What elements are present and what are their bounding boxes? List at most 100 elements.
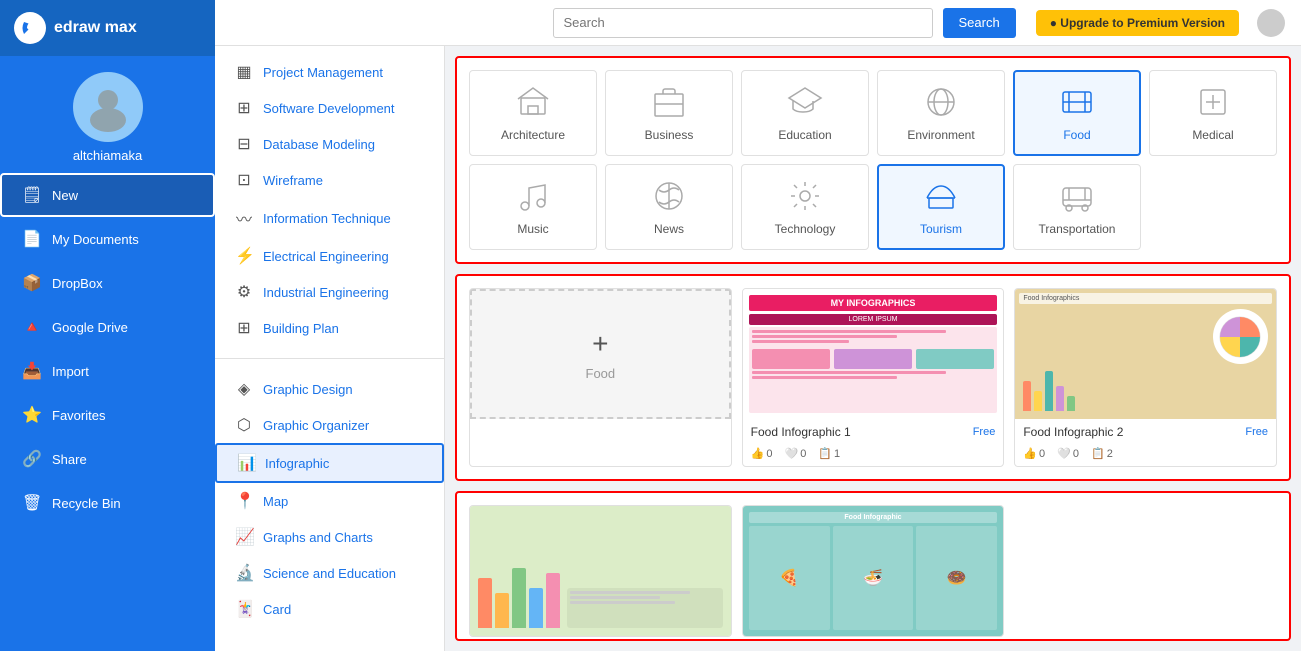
sidebar-item-dropbox[interactable]: 📦 DropBox (0, 261, 215, 305)
submenu-item-infographic[interactable]: 📊 Infographic (215, 443, 444, 483)
category-education[interactable]: Education (741, 70, 869, 156)
mock-line (752, 330, 946, 333)
project-mgmt-icon: ▦ (235, 62, 253, 82)
main-area: Search ● Upgrade to Premium Version ▦ Pr… (215, 0, 1301, 651)
sidebar-item-google-drive-label: Google Drive (52, 320, 128, 335)
upgrade-button[interactable]: ● Upgrade to Premium Version (1036, 10, 1239, 36)
google-drive-icon: 🔺 (22, 317, 42, 337)
city-b3 (512, 568, 526, 628)
templates-section: + Food MY INFOGRAPHICS LOREM IPSUM (455, 274, 1291, 481)
sidebar-item-my-documents[interactable]: 📄 My Documents (0, 217, 215, 261)
category-medical[interactable]: Medical (1149, 70, 1277, 156)
template-teal-preview: Food Infographic 🍕 🍜 🍩 (743, 506, 1004, 636)
submenu-section-bottom: ◈ Graphic Design ⬡ Graphic Organizer 📊 I… (215, 363, 444, 635)
sidebar-item-google-drive[interactable]: 🔺 Google Drive (0, 305, 215, 349)
sidebar-item-share[interactable]: 🔗 Share (0, 437, 215, 481)
submenu-item-graphic-organizer[interactable]: ⬡ Graphic Organizer (215, 407, 444, 443)
sidebar-item-recycle-bin[interactable]: 🗑 Recycle Bin (0, 481, 215, 525)
submenu-divider (215, 358, 444, 359)
sidebar-item-dropbox-label: DropBox (52, 276, 103, 291)
submenu-item-graphs-and-charts[interactable]: 📈 Graphs and Charts (215, 519, 444, 555)
documents-icon: 📄 (22, 229, 42, 249)
template-food-1[interactable]: MY INFOGRAPHICS LOREM IPSUM (742, 288, 1005, 467)
share-icon: 🔗 (22, 449, 42, 469)
submenu-item-wireframe[interactable]: ⊡ Wireframe (215, 162, 444, 198)
template-blank-preview: + Food (470, 289, 731, 419)
submenu-item-database-modeling[interactable]: ⊟ Database Modeling (215, 126, 444, 162)
category-business[interactable]: Business (605, 70, 733, 156)
template-food-2-preview: Food Infographics (1015, 289, 1276, 419)
template-food-1-name: Food Infographic 1 (751, 425, 851, 439)
search-input[interactable] (553, 8, 933, 38)
category-transportation-label: Transportation (1039, 222, 1116, 236)
sidebar-item-new-label: New (52, 188, 78, 203)
template-food-2[interactable]: Food Infographics (1014, 288, 1277, 467)
graphic-design-icon: ◈ (235, 379, 253, 399)
stat-copies-2: 📋 2 (1091, 447, 1113, 460)
sidebar-item-new[interactable]: 🗒 New (0, 173, 215, 217)
food-pie-chart (1213, 309, 1268, 364)
mock-boxes (752, 349, 995, 369)
templates-section-2: Food Infographic 🍕 🍜 🍩 (455, 491, 1291, 641)
template-teal[interactable]: Food Infographic 🍕 🍜 🍩 (742, 505, 1005, 637)
submenu-item-software-development[interactable]: ⊞ Software Development (215, 90, 444, 126)
template-city[interactable] (469, 505, 732, 637)
submenu-item-building-plan[interactable]: ⊞ Building Plan (215, 310, 444, 346)
category-news-label: News (654, 222, 684, 236)
teal-title: Food Infographic (749, 512, 998, 523)
template-blank-label: Food (586, 366, 616, 381)
sidebar-item-favorites[interactable]: ⭐ Favorites (0, 393, 215, 437)
submenu-item-graphic-design[interactable]: ◈ Graphic Design (215, 371, 444, 407)
category-news[interactable]: News (605, 164, 733, 250)
stat-hearts-2: 🤍 0 (1057, 447, 1079, 460)
category-transportation[interactable]: Transportation (1013, 164, 1141, 250)
database-icon: ⊟ (235, 134, 253, 154)
infographic-icon: 📊 (237, 453, 255, 473)
submenu-item-project-management[interactable]: ▦ Project Management (215, 54, 444, 90)
category-technology[interactable]: Technology (741, 164, 869, 250)
submenu-item-map[interactable]: 📍 Map (215, 483, 444, 519)
graphic-organizer-icon: ⬡ (235, 415, 253, 435)
category-tourism-label: Tourism (920, 222, 962, 236)
building-icon: ⊞ (235, 318, 253, 338)
sidebar-item-import[interactable]: 📥 Import (0, 349, 215, 393)
category-architecture[interactable]: Architecture (469, 70, 597, 156)
category-environment[interactable]: Environment (877, 70, 1005, 156)
category-music[interactable]: Music (469, 164, 597, 250)
right-panel: Architecture Business (445, 46, 1301, 651)
category-food[interactable]: Food (1013, 70, 1141, 156)
food-bar-chart (1023, 371, 1075, 411)
submenu-item-science-and-education[interactable]: 🔬 Science and Education (215, 555, 444, 591)
template-food-2-info: Food Infographic 2 Free (1015, 419, 1276, 445)
sidebar-item-recycle-bin-label: Recycle Bin (52, 496, 121, 511)
submenu-item-industrial-engineering[interactable]: ⚙ Industrial Engineering (215, 274, 444, 310)
map-icon: 📍 (235, 491, 253, 511)
category-tourism[interactable]: Tourism (877, 164, 1005, 250)
stat-likes-2: 👍 0 (1023, 447, 1045, 460)
category-architecture-label: Architecture (501, 128, 565, 142)
search-button[interactable]: Search (943, 8, 1016, 38)
teal-icon-3: 🍩 (916, 526, 997, 630)
mock-line (752, 335, 898, 338)
template-food-2-stats: 👍 0 🤍 0 📋 2 (1015, 445, 1276, 466)
template-food-1-info: Food Infographic 1 Free (743, 419, 1004, 445)
category-section: Architecture Business (455, 56, 1291, 264)
food-preview-label: Food Infographics (1019, 293, 1272, 304)
dropbox-icon: 📦 (22, 273, 42, 293)
template-blank-food[interactable]: + Food (469, 288, 732, 467)
import-icon: 📥 (22, 361, 42, 381)
city-b4 (529, 588, 543, 628)
submenu-item-electrical-engineering[interactable]: ⚡ Electrical Engineering (215, 238, 444, 274)
sidebar-item-favorites-label: Favorites (52, 408, 105, 423)
teal-icon: 🍕 (749, 526, 830, 630)
template-food-1-badge: Free (973, 426, 996, 438)
templates-grid: + Food MY INFOGRAPHICS LOREM IPSUM (469, 288, 1277, 467)
wireframe-icon: ⊡ (235, 170, 253, 190)
template-city-preview (470, 506, 731, 636)
app-name: edraw max (54, 19, 137, 37)
submenu-item-card[interactable]: 🃏 Card (215, 591, 444, 627)
plus-icon: + (592, 328, 608, 360)
submenu-item-information-technique[interactable]: 〰 Information Technique (215, 198, 444, 238)
template-food-1-stats: 👍 0 🤍 0 📋 1 (743, 445, 1004, 466)
teal-body: 🍕 🍜 🍩 (749, 526, 998, 630)
